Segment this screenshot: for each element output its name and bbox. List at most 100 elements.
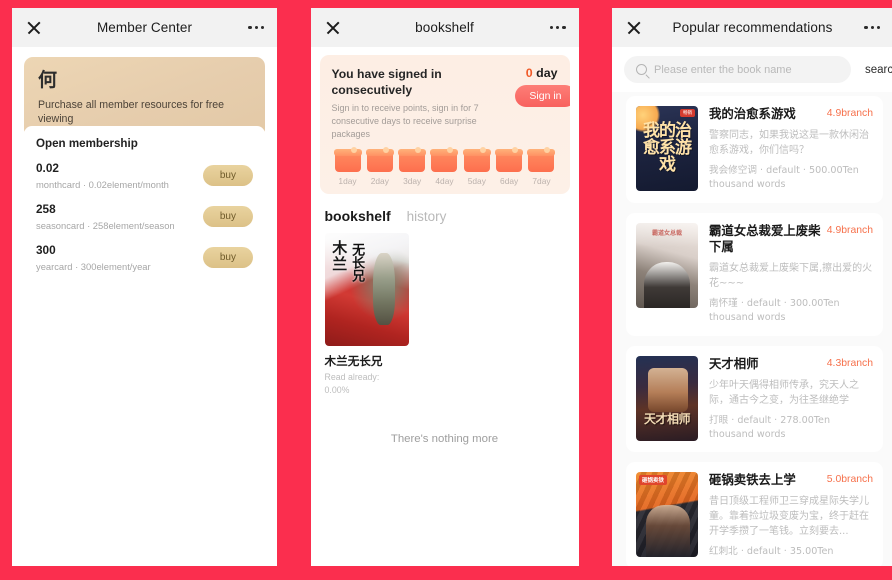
book-title: 天才相师 bbox=[709, 355, 759, 371]
more-dots-icon[interactable] bbox=[549, 25, 566, 30]
plan-text: 300 yearcard · 300element/year bbox=[36, 243, 151, 272]
tab-history[interactable]: history bbox=[407, 209, 447, 224]
tab-bookshelf[interactable]: bookshelf bbox=[325, 208, 391, 224]
search-field[interactable] bbox=[624, 56, 851, 83]
gift-day-4[interactable]: 4day bbox=[429, 147, 459, 187]
gift-box-icon bbox=[398, 147, 427, 173]
gift-day-label: 4day bbox=[435, 176, 454, 187]
book-description: 昔日顶级工程师卫三穿成星际失学儿童。靠着捡垃圾变废为宝，终于赶在开学季攒了一笔钱… bbox=[709, 496, 869, 538]
book-score: 5.0branch bbox=[826, 474, 873, 486]
member-center-body: 何 Purchase all member resources for free… bbox=[12, 47, 277, 566]
book-meta: 打眼 · default · 278.00Ten thousand words bbox=[709, 414, 831, 440]
gift-day-label: 1day bbox=[338, 176, 357, 187]
page-title: bookshelf bbox=[415, 20, 474, 35]
cover-title: 霸道女总裁 bbox=[651, 229, 682, 237]
plan-row[interactable]: 300 yearcard · 300element/year buy bbox=[36, 243, 253, 272]
recommendation-item[interactable]: 畅销 我的治愈系游戏 我的治愈系游戏 4.9branch 警察同志，如果我说这是… bbox=[626, 96, 883, 203]
book-title-row: 霸道女总裁爱上废柴下属 4.9branch bbox=[709, 223, 873, 256]
cover-title: 天才相师 bbox=[643, 411, 691, 426]
gift-day-3[interactable]: 3day bbox=[397, 147, 427, 187]
gift-day-2[interactable]: 2day bbox=[365, 147, 395, 187]
book-cover[interactable]: 霸道女总裁 bbox=[636, 222, 698, 308]
more-dots-icon[interactable] bbox=[248, 25, 264, 30]
plan-text: 0.02 monthcard · 0.02element/month bbox=[36, 161, 169, 190]
book-score: 4.9branch bbox=[826, 224, 873, 236]
gift-day-label: 3day bbox=[403, 176, 422, 187]
more-dots-icon[interactable] bbox=[864, 25, 880, 30]
book-title-row: 天才相师 4.3branch bbox=[709, 356, 873, 373]
recommendation-item[interactable]: 天才相师 天才相师 4.3branch 少年叶天偶得相师传承，究天人之际，通古今… bbox=[626, 345, 883, 453]
search-bar: search bbox=[612, 47, 892, 92]
book-title: 砸锅卖铁去上学 bbox=[709, 472, 796, 488]
cover-badge: 砸锅卖铁 bbox=[639, 475, 668, 486]
gift-day-label: 7day bbox=[532, 176, 551, 187]
member-center-panel: Member Center 何 Purchase all member reso… bbox=[12, 8, 277, 566]
recommendations-panel: Popular recommendations search 畅销 我的治愈系游… bbox=[612, 8, 892, 566]
book-score: 4.9branch bbox=[826, 108, 873, 119]
plan-price: 300 bbox=[36, 242, 56, 257]
plan-text: 258 seasoncard · 258element/season bbox=[36, 202, 175, 231]
cover-title-left: 无长兄 bbox=[349, 243, 365, 283]
book-title: 我的治愈系游戏 bbox=[709, 106, 796, 121]
recommendation-item[interactable]: 砸锅卖铁 砸锅卖铁去上学 5.0branch 昔日顶级工程师卫三穿成星际失学儿童… bbox=[626, 462, 883, 566]
buy-button[interactable]: buy bbox=[202, 206, 253, 228]
book-cover[interactable]: 天才相师 bbox=[636, 355, 698, 441]
close-icon[interactable] bbox=[626, 20, 642, 36]
search-icon bbox=[636, 64, 647, 75]
recommendations-body: search 畅销 我的治愈系游戏 我的治愈系游戏 4.9branch 警察同志… bbox=[612, 47, 892, 566]
book-progress-value: 0.00% bbox=[324, 385, 350, 396]
gift-day-5[interactable]: 5day bbox=[462, 147, 492, 187]
search-input[interactable] bbox=[654, 63, 839, 76]
gift-box-icon bbox=[333, 147, 362, 173]
member-avatar-char: 何 bbox=[38, 69, 58, 91]
bookshelf-panel: bookshelf You have signed in consecutive… bbox=[310, 8, 579, 566]
open-membership-heading: Open membership bbox=[36, 137, 138, 151]
signin-note: Sign in to receive points, sign in for 7… bbox=[331, 102, 479, 140]
search-button[interactable]: search bbox=[859, 64, 892, 76]
plan-desc: yearcard · 300element/year bbox=[36, 260, 151, 272]
book-title-row: 我的治愈系游戏 4.9branch bbox=[709, 106, 873, 123]
book-progress-label: Read already: bbox=[324, 372, 380, 383]
cover-title-right: 木兰 bbox=[330, 240, 349, 273]
signin-count: 0 day bbox=[526, 66, 558, 80]
bookshelf-grid: 木兰 无长兄 木兰无长兄 Read already: 0.00% bbox=[311, 224, 579, 397]
gift-day-7[interactable]: 7day bbox=[526, 147, 556, 187]
book-cover[interactable]: 木兰 无长兄 bbox=[324, 233, 409, 347]
book-cover[interactable]: 砸锅卖铁 bbox=[636, 472, 698, 558]
page-title: Popular recommendations bbox=[672, 20, 833, 35]
gift-box-icon bbox=[527, 147, 556, 173]
page-title: Member Center bbox=[96, 20, 193, 35]
book-cover[interactable]: 畅销 我的治愈系游戏 bbox=[636, 106, 698, 191]
signin-count-number: 0 bbox=[525, 66, 533, 80]
signin-gift-row: 1day 2day 3day 4day 5day 6day 7day bbox=[332, 147, 558, 187]
book-meta: 南怀瑾 · default · 300.00Ten thousand words bbox=[709, 297, 840, 324]
gift-day-6[interactable]: 6day bbox=[494, 147, 524, 186]
gift-day-label: 2day bbox=[370, 176, 389, 187]
bookshelf-navbar: bookshelf bbox=[310, 8, 579, 47]
close-icon[interactable] bbox=[325, 20, 341, 36]
book-title: 木兰无长兄 bbox=[324, 354, 383, 369]
bookshelf-footer-text: There's nothing more bbox=[390, 433, 499, 446]
recommendations-list: 畅销 我的治愈系游戏 我的治愈系游戏 4.9branch 警察同志，如果我说这是… bbox=[612, 92, 892, 566]
plan-price: 0.02 bbox=[36, 161, 59, 176]
book-description: 少年叶天偶得相师传承，究天人之际，通古今之变，为往圣继绝学 bbox=[709, 379, 859, 406]
recommendation-item[interactable]: 霸道女总裁 霸道女总裁爱上废柴下属 4.9branch 霸道女总裁爱上废柴下属,… bbox=[626, 212, 883, 336]
gift-day-label: 5day bbox=[467, 176, 486, 187]
book-title-row: 砸锅卖铁去上学 5.0branch bbox=[709, 472, 873, 489]
signin-count-unit: day bbox=[536, 66, 558, 80]
book-info: 霸道女总裁爱上废柴下属 4.9branch 霸道女总裁爱上废柴下属,擦出爱的火花… bbox=[709, 223, 873, 326]
plan-row[interactable]: 0.02 monthcard · 0.02element/month buy bbox=[36, 161, 253, 190]
gift-day-1[interactable]: 1day bbox=[333, 147, 363, 187]
bookshelf-item[interactable]: 木兰 无长兄 木兰无长兄 Read already: 0.00% bbox=[324, 233, 409, 397]
plan-price: 258 bbox=[36, 202, 56, 217]
signin-card: You have signed in consecutively 0 day S… bbox=[319, 55, 570, 195]
signin-title: You have signed in consecutively bbox=[331, 67, 442, 98]
buy-button[interactable]: buy bbox=[202, 246, 253, 268]
plan-desc: monthcard · 0.02element/month bbox=[36, 179, 169, 191]
plan-row[interactable]: 258 seasoncard · 258element/season buy bbox=[36, 202, 253, 231]
bookshelf-tabs: bookshelf history bbox=[311, 194, 579, 224]
book-info: 砸锅卖铁去上学 5.0branch 昔日顶级工程师卫三穿成星际失学儿童。靠着捡垃… bbox=[709, 472, 873, 559]
buy-button[interactable]: buy bbox=[202, 165, 253, 187]
close-icon[interactable] bbox=[26, 20, 42, 36]
sign-in-button[interactable]: Sign in bbox=[515, 85, 570, 107]
